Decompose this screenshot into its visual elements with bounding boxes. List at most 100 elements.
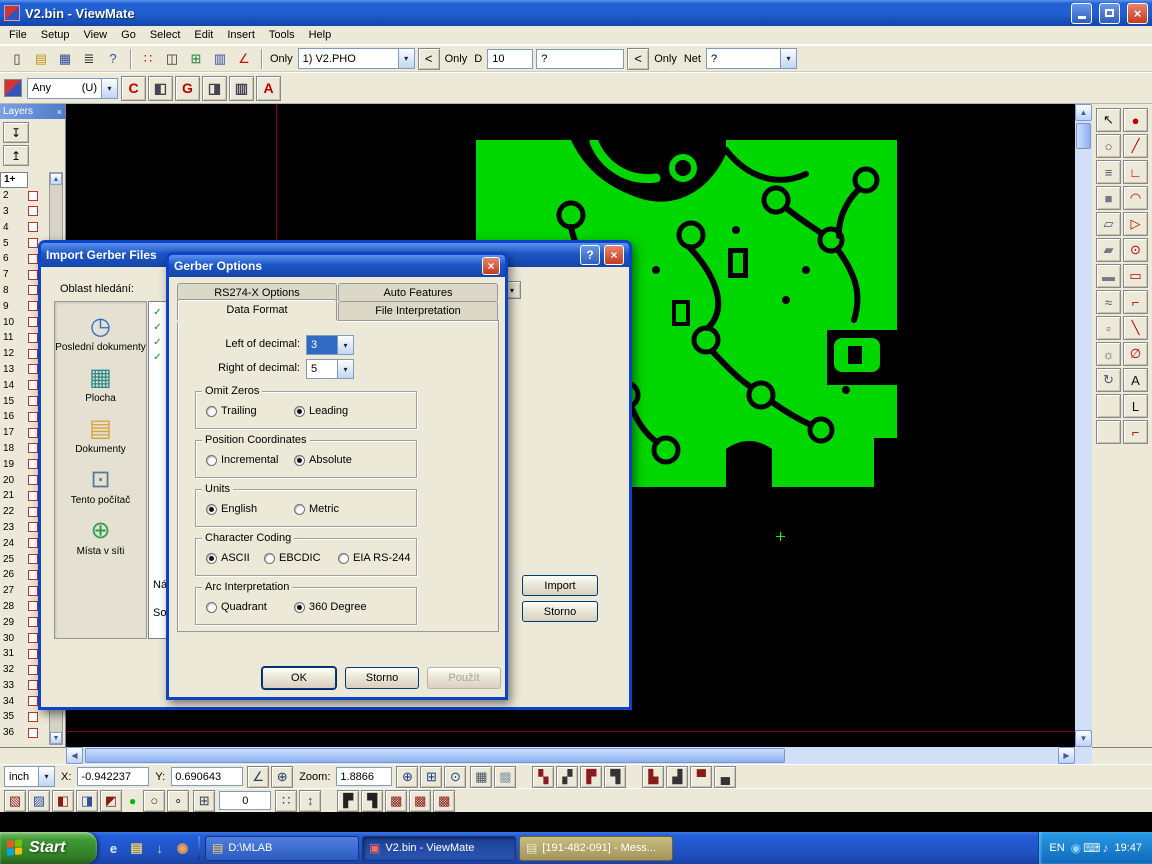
film-red3-icon[interactable]: ▩ [433, 790, 455, 812]
layer-color-swatch[interactable] [28, 570, 38, 580]
layer-color-swatch[interactable] [28, 396, 38, 406]
left-decimal-select[interactable]: 3 ▾ [306, 335, 354, 355]
layer-color-swatch[interactable] [28, 349, 38, 359]
layer-color-swatch[interactable] [28, 491, 38, 501]
layer-row-active[interactable]: 1+ [0, 172, 28, 188]
vertical-scrollbar[interactable]: ▲ ▼ [1075, 104, 1092, 747]
layer-down-button[interactable]: ↧ [3, 122, 29, 143]
chevron-down-icon[interactable]: ▾ [398, 48, 415, 69]
select-cursor-icon[interactable]: ↖ [1096, 108, 1121, 132]
dimension-l-icon[interactable]: L [1123, 394, 1148, 418]
layer-color-swatch[interactable] [28, 333, 38, 343]
dcode-input[interactable]: 10 [487, 49, 533, 69]
firefox-quicklaunch-icon[interactable]: ◉ [172, 838, 193, 859]
scroll-up-icon[interactable]: ▲ [50, 173, 62, 185]
tab[interactable]: Data Format [177, 299, 337, 320]
layer-color-swatch[interactable] [28, 191, 38, 201]
layer-color-swatch[interactable] [28, 364, 38, 374]
film-red2-icon[interactable]: ▩ [409, 790, 431, 812]
corner-tool-icon[interactable]: ⌐ [1123, 290, 1148, 314]
rotate-tool-icon[interactable]: ↻ [1096, 368, 1121, 392]
keyboard-tray-icon[interactable]: ⌨ [1083, 841, 1100, 855]
slope-icon[interactable]: ▰ [1096, 238, 1121, 262]
task-button-mlab[interactable]: ▤ D:\MLAB [205, 836, 359, 861]
probe-circle-icon[interactable]: ○ [143, 790, 165, 812]
negative-display-icon[interactable]: ▧ [4, 790, 26, 812]
layers-stack-icon[interactable]: ≡ [1096, 160, 1121, 184]
layer-filter-select[interactable]: 1) V2.PHO ▾ [298, 48, 415, 69]
layer-color-swatch[interactable] [28, 507, 38, 517]
flash-point-icon[interactable]: ● [1123, 108, 1148, 132]
rotate-display-icon[interactable]: ◩ [100, 790, 122, 812]
pan-arrows-icon[interactable]: ↕ [299, 790, 321, 812]
radio-option[interactable]: Incremental [206, 454, 294, 466]
pad-mode-icon[interactable]: ▛ [580, 766, 602, 788]
scroll-down-icon[interactable]: ▼ [50, 732, 62, 744]
layer-color-swatch[interactable] [28, 712, 38, 722]
film-red-icon[interactable]: ▩ [385, 790, 407, 812]
hook-tool-icon[interactable]: ⌐ [1123, 420, 1148, 444]
radio-option[interactable]: Metric [294, 503, 339, 515]
layer-color-swatch[interactable] [28, 270, 38, 280]
polyline-tool-icon[interactable]: ∟ [1123, 160, 1148, 184]
flip-h-icon[interactable]: ◧ [52, 790, 74, 812]
tab[interactable]: File Interpretation [338, 301, 498, 320]
chevron-down-icon[interactable]: ▾ [38, 766, 55, 787]
prev-layer-button[interactable]: < [418, 48, 440, 70]
rect-tool-icon[interactable]: ▭ [1123, 264, 1148, 288]
radio-option[interactable]: EBCDIC [264, 552, 338, 564]
task-button-viewmate[interactable]: ▣ V2.bin - ViewMate [362, 836, 516, 861]
film-black2-icon[interactable]: ▜ [361, 790, 383, 812]
prev-dcode-button[interactable]: < [627, 48, 649, 70]
measure-angle-icon[interactable]: ∠ [233, 48, 255, 70]
layer-color-swatch[interactable] [28, 238, 38, 248]
messenger-tray-icon[interactable]: ◉ [1071, 841, 1081, 855]
zoom-window-icon[interactable]: ⊕ [396, 766, 418, 788]
radio-option[interactable]: EIA RS-244 [338, 552, 410, 564]
place-network[interactable]: ⊕ Místa v síti [55, 517, 146, 557]
ok-button[interactable]: OK [262, 667, 336, 689]
start-button[interactable]: Start [0, 832, 97, 864]
radio-option[interactable]: Trailing [206, 405, 294, 417]
line-tool-icon[interactable]: ╱ [1123, 134, 1148, 158]
arc-tool-icon[interactable]: ◠ [1123, 186, 1148, 210]
volume-tray-icon[interactable]: ♪ [1102, 841, 1108, 855]
layer-color-swatch[interactable] [28, 680, 38, 690]
grid-dots-icon[interactable]: ▩ [494, 766, 516, 788]
layer-color-swatch[interactable] [28, 586, 38, 596]
import-button[interactable]: Import [522, 575, 598, 596]
place-recent-documents[interactable]: ◷ Poslední dokumenty [55, 313, 146, 353]
clock[interactable]: 19:47 [1114, 842, 1142, 854]
parallelogram-icon[interactable]: ▱ [1096, 212, 1121, 236]
measure-line-icon[interactable]: ∠ [247, 766, 269, 788]
layer-color-swatch[interactable] [28, 412, 38, 422]
layer-color-swatch[interactable] [28, 554, 38, 564]
layer-color-swatch[interactable] [28, 443, 38, 453]
layer-color-swatch[interactable] [28, 317, 38, 327]
layer-pos-icon[interactable]: ▟ [666, 766, 688, 788]
radio-option[interactable]: Quadrant [206, 601, 294, 613]
chevron-down-icon[interactable]: ▾ [780, 48, 797, 69]
place-documents[interactable]: ▤ Dokumenty [55, 415, 146, 455]
pad-stack-icon[interactable]: ○ [1096, 134, 1121, 158]
slant-tool-icon[interactable]: ╲ [1123, 316, 1148, 340]
flash-mode-icon[interactable]: ▚ [532, 766, 554, 788]
flip-v-icon[interactable]: ◨ [76, 790, 98, 812]
chevron-down-icon[interactable]: ▾ [101, 78, 118, 99]
dashed-rect-icon[interactable]: ▫ [1096, 316, 1121, 340]
close-button[interactable]: × [604, 245, 624, 265]
wave-icon[interactable]: ≈ [1096, 290, 1121, 314]
grid-settings-icon[interactable]: ⊞ [193, 790, 215, 812]
layer-color-swatch[interactable] [28, 522, 38, 532]
text-a-icon[interactable]: A [256, 76, 281, 101]
layer-color-swatch[interactable] [28, 285, 38, 295]
folder-quicklaunch-icon[interactable]: ▤ [126, 838, 147, 859]
film-top-icon[interactable]: ▀ [690, 766, 712, 788]
chevron-down-icon[interactable]: ▾ [337, 335, 354, 355]
oblong-icon[interactable]: ▬ [1096, 264, 1121, 288]
cancel-button[interactable]: Storno [522, 601, 598, 622]
mirror-icon[interactable]: ▥ [229, 76, 254, 101]
layer-color-swatch[interactable] [28, 633, 38, 643]
layer-color-swatch[interactable] [28, 254, 38, 264]
open-file-icon[interactable]: ▤ [30, 48, 52, 70]
